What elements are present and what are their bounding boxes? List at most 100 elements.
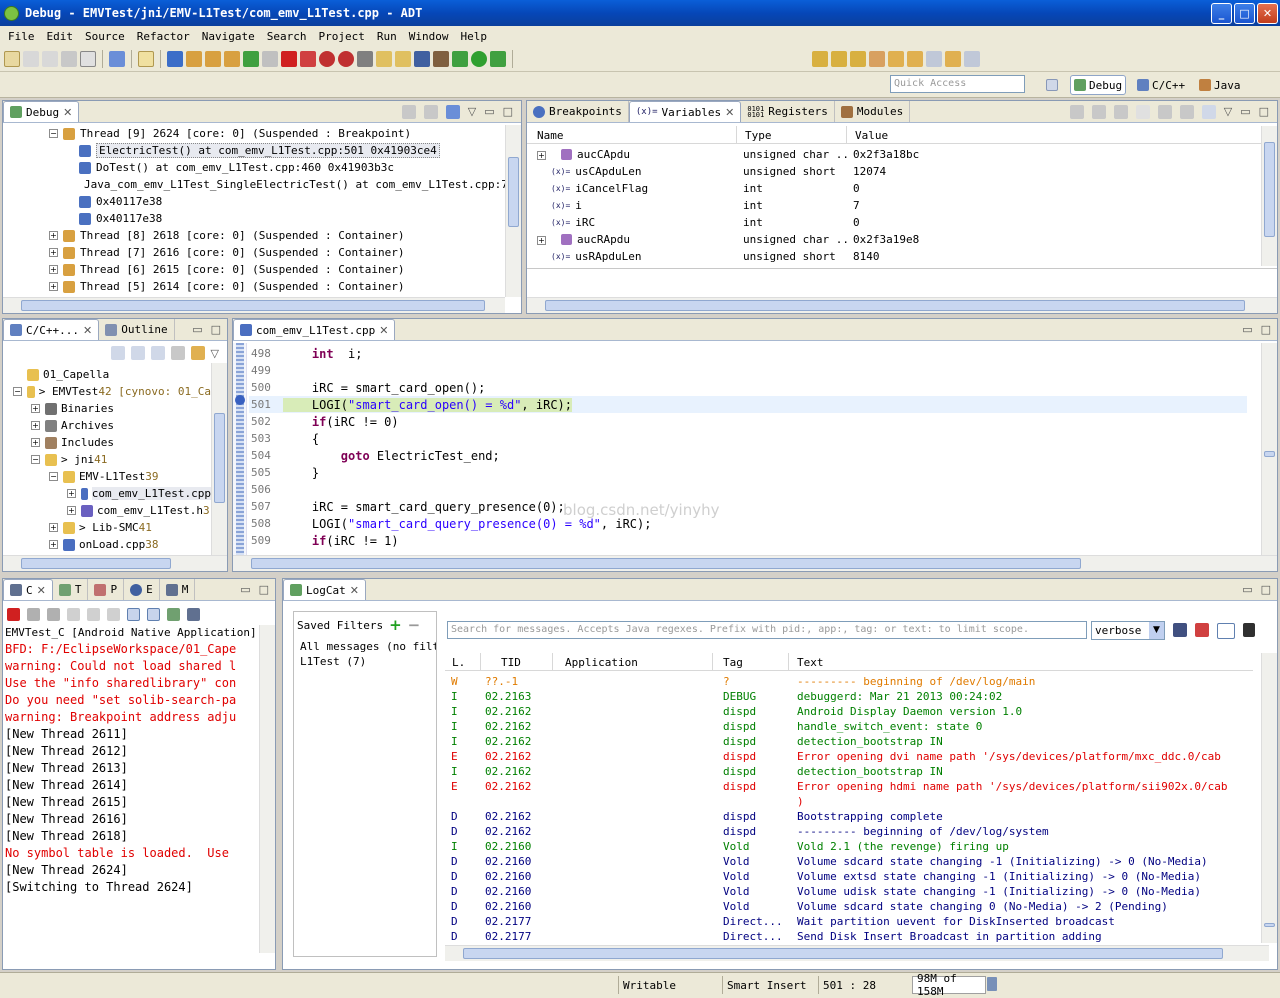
minimize-view-icon[interactable]: ▭ (1242, 583, 1252, 596)
up-icon[interactable] (150, 346, 165, 360)
back-icon[interactable] (110, 346, 125, 360)
project-tree-row[interactable]: + com_emv_L1Test.cpp (3, 485, 211, 502)
expand-toggle-icon[interactable]: + (49, 231, 58, 240)
virtual-device-icon[interactable] (376, 50, 392, 67)
open-element-icon[interactable] (831, 50, 847, 67)
pin-console-icon[interactable] (167, 607, 180, 621)
build-icon[interactable] (414, 50, 430, 67)
breakpoint-marker-icon[interactable] (235, 395, 245, 405)
maximize-view-icon[interactable]: □ (1259, 105, 1269, 119)
annotation-icon[interactable] (869, 50, 885, 67)
tab-memory[interactable]: M (160, 579, 196, 600)
project-tree-row[interactable]: + Archives (3, 417, 211, 434)
remove-launch-icon[interactable] (27, 607, 40, 621)
code-line[interactable]: 509 if(iRC != 1) (249, 532, 1247, 549)
table-row[interactable]: D 02.2160 Vold Volume udisk state changing … (445, 884, 1253, 899)
table-row[interactable]: + aucCApdu unsigned char ... 0x2f3a18bc (527, 146, 1261, 163)
editor-ruler[interactable] (233, 343, 247, 555)
code-line[interactable]: 504 goto ElectricTest_end; (249, 447, 1247, 464)
display-console-icon[interactable] (187, 607, 200, 621)
variables-vscrollbar[interactable] (1261, 126, 1277, 266)
skip-icon[interactable] (186, 50, 202, 67)
table-row[interactable]: ) (445, 794, 1253, 809)
column-header-name[interactable]: Name (527, 126, 737, 143)
remove-terminated-icon[interactable] (401, 105, 416, 119)
tab-console[interactable]: C ✕ (3, 579, 53, 600)
column-header-text[interactable]: Text (789, 653, 1253, 670)
code-line[interactable]: 498 int i; (249, 345, 1247, 362)
debug-tree-row[interactable]: ElectricTest() at com_emv_L1Test.cpp:501… (3, 142, 503, 159)
filter-l1test[interactable]: L1Test (7) (294, 655, 436, 668)
expand-toggle-icon[interactable]: + (49, 540, 58, 549)
show-on-error-icon[interactable] (147, 607, 160, 621)
project-tree-row[interactable]: 01_Capella (3, 366, 211, 383)
table-row[interactable]: D 02.2162 dispd Bootstrapping complete (445, 809, 1253, 824)
table-row[interactable]: I 02.2162 dispd handle_switch_event: state … (445, 719, 1253, 734)
code-editor[interactable]: 498 int i; 499 500 iRC = smart_card_open()… (249, 345, 1247, 553)
project-tree-row[interactable]: + Binaries (3, 400, 211, 417)
step-filter-icon[interactable] (109, 50, 125, 67)
android-sdk-icon[interactable] (338, 50, 354, 67)
open-folder-icon[interactable] (850, 50, 866, 67)
new-view-icon[interactable] (1201, 105, 1216, 119)
expand-toggle-icon[interactable]: − (13, 387, 22, 396)
collapse-all-icon[interactable] (170, 346, 185, 360)
table-row[interactable]: D 02.2160 Vold Volume extsd state changing … (445, 869, 1253, 884)
add-filter-icon[interactable]: + (389, 616, 402, 634)
table-row[interactable]: I 02.2162 dispd Android Display Daemon vers… (445, 704, 1253, 719)
table-row[interactable]: E 02.2162 dispd Error opening hdmi name pat… (445, 779, 1253, 794)
table-row[interactable]: D 02.2177 Direct... Send Disk Insert Broadc… (445, 929, 1253, 942)
view-menu-icon[interactable]: ▽ (211, 347, 219, 360)
table-row[interactable]: (x)= usRApduLen unsigned short 8140 (527, 248, 1261, 265)
debug-tree-row[interactable]: + Thread [5] 2614 [core: 0] (Suspended : … (3, 278, 503, 295)
table-row[interactable]: E 02.2162 dispd Error opening dvi name path… (445, 749, 1253, 764)
code-line[interactable]: 503 { (249, 430, 1247, 447)
table-row[interactable]: (x)= usCApduLen unsigned short 12074 (527, 163, 1261, 180)
table-row[interactable]: D 02.2160 Vold Volume sdcard state changing… (445, 899, 1253, 914)
open-type-icon[interactable] (812, 50, 828, 67)
menu-run[interactable]: Run (371, 30, 403, 43)
maximize-view-icon[interactable]: □ (1261, 323, 1271, 336)
project-tree-row[interactable]: + > Lib-SMC 41 (3, 519, 211, 536)
save-log-icon[interactable] (1173, 623, 1187, 637)
new-android-icon[interactable] (395, 50, 411, 67)
debug-tree-row[interactable]: DoTest() at com_emv_L1Test.cpp:460 0x419… (3, 159, 503, 176)
tab-tasks[interactable]: T (53, 579, 89, 600)
variable-detail-pane[interactable] (527, 268, 1277, 298)
view-menu-icon[interactable]: ▽ (1224, 105, 1232, 119)
tab-executables[interactable]: E (124, 579, 160, 600)
minimize-button[interactable]: _ (1211, 2, 1232, 24)
clear-log-icon[interactable] (1195, 623, 1209, 637)
expand-toggle-icon[interactable]: − (49, 129, 58, 138)
logcat-vscrollbar[interactable] (1261, 653, 1277, 943)
step-over-icon[interactable] (224, 50, 240, 67)
console-vscrollbar[interactable] (259, 625, 275, 953)
tab-logcat[interactable]: LogCat ✕ (283, 579, 366, 600)
menu-navigate[interactable]: Navigate (196, 30, 261, 43)
link-editor-icon[interactable] (190, 346, 205, 360)
menu-window[interactable]: Window (403, 30, 455, 43)
suspend-icon[interactable] (262, 50, 278, 67)
scroll-lock-icon[interactable] (1243, 623, 1255, 637)
expand-toggle-icon[interactable]: + (537, 236, 546, 245)
perspective-debug[interactable]: Debug (1070, 75, 1127, 95)
word-wrap-icon[interactable] (107, 607, 120, 621)
edit-icon[interactable] (138, 50, 154, 67)
show-on-output-icon[interactable] (127, 607, 140, 621)
open-perspective-button[interactable] (1043, 75, 1061, 95)
close-icon[interactable]: ✕ (37, 584, 46, 597)
menu-refactor[interactable]: Refactor (131, 30, 196, 43)
expand-toggle-icon[interactable]: + (31, 438, 40, 447)
table-row[interactable]: I 02.2162 dispd detection_bootstrap IN (445, 734, 1253, 749)
forward-icon[interactable] (945, 50, 961, 67)
column-header-value[interactable]: Value (847, 126, 1261, 143)
maximize-button[interactable]: □ (1234, 2, 1255, 24)
add-global-icon[interactable] (1135, 105, 1150, 119)
tab-registers[interactable]: 0101 0101 Registers (741, 101, 835, 122)
column-header-level[interactable]: L. (445, 653, 481, 670)
maximize-view-icon[interactable]: □ (211, 323, 221, 336)
terminate-icon[interactable] (281, 50, 297, 67)
expand-toggle-icon[interactable]: + (537, 151, 546, 160)
menu-file[interactable]: File (2, 30, 41, 43)
pin-icon[interactable] (167, 50, 183, 67)
